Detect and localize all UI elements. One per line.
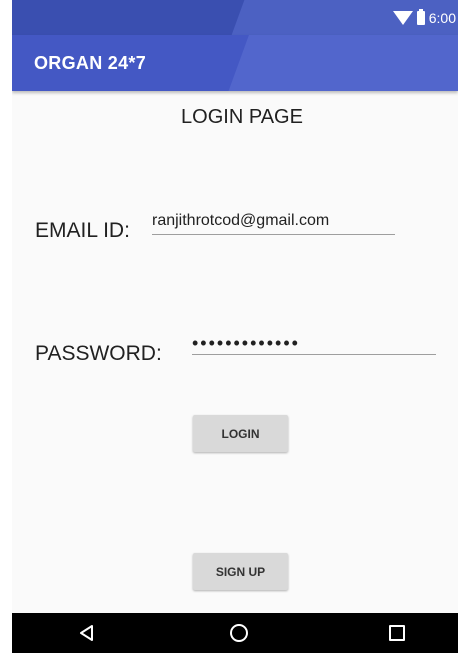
wifi-icon	[392, 11, 413, 25]
app-title: ORGAN 24*7	[34, 53, 147, 73]
home-icon	[230, 624, 248, 642]
back-icon	[80, 625, 93, 641]
navigation-bar	[12, 613, 458, 653]
nav-back-button[interactable]	[57, 613, 117, 653]
recents-icon	[389, 625, 405, 641]
device-screen: 6:00 ORGAN 24*7 LOGIN PAGE EMAIL ID: PAS…	[12, 0, 458, 653]
page-title: LOGIN PAGE	[181, 106, 303, 128]
status-clock: 6:00	[428, 9, 456, 26]
nav-recents-button[interactable]	[367, 613, 427, 653]
sign-up-button[interactable]: SIGN UP	[193, 553, 288, 590]
battery-icon	[416, 8, 425, 25]
status-icons: 6:00	[392, 0, 456, 35]
app-bar-shade	[223, 35, 458, 91]
password-label: PASSWORD:	[35, 342, 162, 365]
nav-home-button[interactable]	[209, 613, 269, 653]
app-bar: ORGAN 24*7	[12, 35, 458, 91]
login-button[interactable]: LOGIN	[193, 415, 288, 452]
password-field[interactable]	[192, 332, 436, 355]
email-field[interactable]	[152, 208, 395, 235]
status-bar: 6:00	[12, 0, 458, 35]
email-label: EMAIL ID:	[35, 219, 130, 242]
